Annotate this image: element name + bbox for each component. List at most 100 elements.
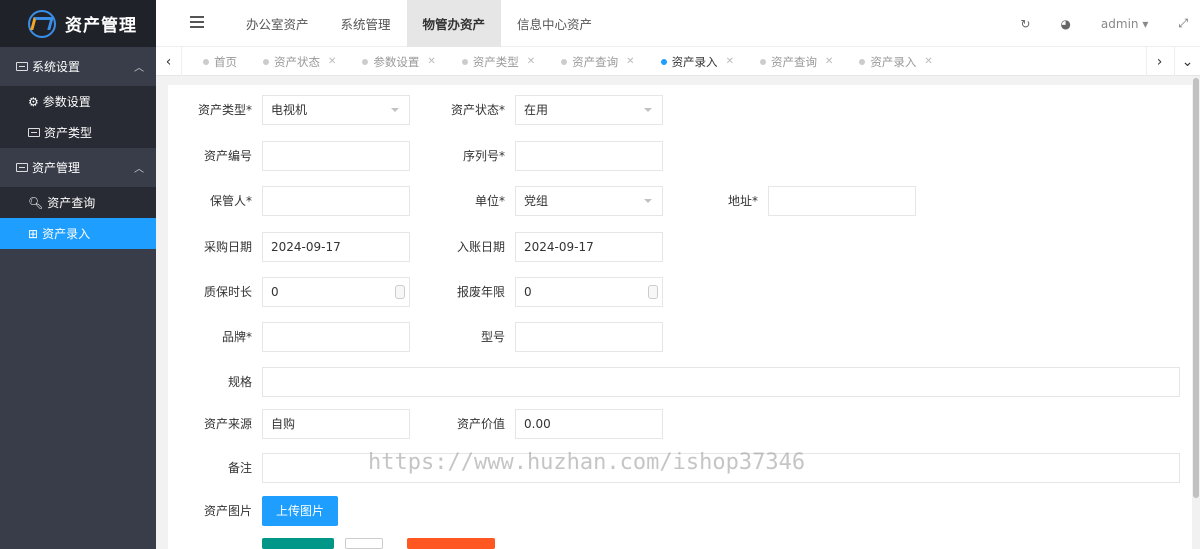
custodian-input[interactable] (262, 186, 410, 216)
theme-icon[interactable]: ◕ (1060, 17, 1070, 31)
price-input[interactable]: 0.00 (515, 409, 663, 439)
entry-date-label: 入账日期 (456, 240, 505, 254)
keyboard-icon (28, 128, 40, 137)
close-icon[interactable]: ✕ (527, 56, 535, 67)
page-tab-label: 资产查询 (572, 54, 619, 69)
menu-group-system[interactable]: 系统设置 ︿ (0, 47, 156, 86)
page-tab[interactable]: 资产类型 ✕ (449, 47, 548, 76)
watermark-text: https://www.huzhan.com/ishop37346 (368, 450, 806, 475)
logo-icon (28, 9, 56, 38)
page-tab-label: 资产录入 (671, 54, 718, 69)
sidebar-item-label: 资产类型 (44, 126, 93, 140)
submit-button[interactable] (262, 538, 334, 549)
asset-no-input[interactable] (262, 141, 410, 171)
brand-label: 品牌* (221, 330, 252, 344)
warranty-value: 0 (271, 285, 279, 299)
page-tab-label: 资产查询 (770, 54, 817, 69)
page-tab[interactable]: 资产查询 ✕ (548, 47, 647, 76)
sidebar-item-asset-types[interactable]: 资产类型 (0, 117, 156, 148)
tabs-menu-icon[interactable]: ⌄ (1174, 47, 1200, 76)
page-tab-label: 参数设置 (373, 54, 420, 69)
refresh-icon[interactable]: ↻ (1020, 17, 1030, 31)
spec-label: 规格 (227, 375, 252, 389)
source-input[interactable]: 自购 (262, 409, 410, 439)
user-menu[interactable]: admin ▾ (1101, 17, 1148, 31)
top-tab-system[interactable]: 系统管理 (325, 0, 407, 47)
top-tab-property[interactable]: 物管办资产 (406, 0, 502, 47)
sidebar-item-asset-entry[interactable]: ⊞ 资产录入 (0, 218, 156, 249)
menu-group-assets[interactable]: 资产管理 ︿ (0, 148, 156, 187)
other-action-button[interactable] (407, 538, 495, 549)
scrap-years-stepper[interactable]: 0 (515, 277, 663, 307)
asset-status-label: 资产状态* (450, 103, 505, 117)
menu-toggle-icon[interactable] (190, 16, 204, 28)
close-icon[interactable]: ✕ (924, 56, 932, 67)
tabs-scroll-left-icon[interactable]: ‹ (156, 47, 182, 76)
page-tab-label: 资产类型 (472, 54, 519, 69)
chevron-up-icon: ︿ (134, 164, 144, 175)
brand-input[interactable] (262, 322, 410, 352)
page-tab-active[interactable]: 资产录入 ✕ (648, 47, 747, 76)
entry-date-input[interactable]: 2024-09-17 (515, 232, 663, 262)
sidebar-item-asset-query[interactable]: 🔍︎ 资产查询 (0, 187, 156, 218)
reset-button[interactable] (345, 538, 383, 549)
asset-status-select[interactable]: 在用 (515, 95, 663, 125)
page-tab-home[interactable]: 首页 (190, 47, 250, 76)
close-icon[interactable]: ✕ (427, 56, 435, 67)
asset-entry-form: 资产类型* 电视机 资产状态* 在用 资产编号 序列号* 保管人* 单位* 党组… (168, 85, 1192, 549)
sidebar-item-label: 参数设置 (42, 95, 91, 109)
upload-image-button[interactable]: 上传图片 (262, 496, 339, 526)
stepper-arrows-icon[interactable] (648, 285, 658, 299)
page-tab-label: 资产录入 (870, 54, 917, 69)
address-input[interactable] (768, 186, 916, 216)
menu-group-label: 资产管理 (32, 161, 81, 175)
scrap-years-value: 0 (524, 285, 532, 299)
menu-group-label: 系统设置 (32, 60, 81, 74)
warranty-stepper[interactable]: 0 (262, 277, 410, 307)
app-title: 资产管理 (65, 16, 137, 36)
close-icon[interactable]: ✕ (726, 56, 734, 67)
image-label: 资产图片 (203, 504, 252, 518)
page-tab[interactable]: 资产查询 ✕ (747, 47, 846, 76)
serial-no-input[interactable] (515, 141, 663, 171)
keyboard-icon (16, 62, 28, 71)
close-icon[interactable]: ✕ (328, 56, 336, 67)
search-icon: 🔍︎ (28, 195, 44, 210)
username: admin (1100, 16, 1139, 31)
page-tab[interactable]: 资产状态 ✕ (250, 47, 349, 76)
top-tab-info-center[interactable]: 信息中心资产 (501, 0, 608, 47)
source-label: 资产来源 (203, 417, 252, 431)
address-label: 地址* (727, 194, 758, 208)
close-icon[interactable]: ✕ (626, 56, 634, 67)
logo: 资产管理 (0, 0, 156, 47)
sidebar-item-label: 资产查询 (47, 196, 96, 210)
asset-type-select[interactable]: 电视机 (262, 95, 410, 125)
model-input[interactable] (515, 322, 663, 352)
scrollbar[interactable] (1192, 76, 1200, 549)
page-tab[interactable]: 参数设置 ✕ (349, 47, 448, 76)
scrap-years-label: 报废年限 (456, 285, 505, 299)
sidebar: 资产管理 系统设置 ︿ ⚙ 参数设置 资产类型 资产管理 ︿ 🔍︎ 资产查询 ⊞ 资产… (0, 0, 156, 549)
warranty-label: 质保时长 (203, 285, 252, 299)
tabs-scroll-right-icon[interactable]: › (1146, 47, 1172, 76)
sidebar-item-params[interactable]: ⚙ 参数设置 (0, 86, 156, 117)
unit-select[interactable]: 党组 (515, 186, 663, 216)
top-header: 办公室资产 系统管理 物管办资产 信息中心资产 ↻ ◕ admin ▾ ⤢ (156, 0, 1200, 47)
top-tab-office[interactable]: 办公室资产 (230, 0, 325, 47)
sidebar-item-label: 资产录入 (42, 227, 91, 241)
page-tab[interactable]: 资产录入 ✕ (846, 47, 945, 76)
asset-type-label: 资产类型* (197, 103, 252, 117)
price-label: 资产价值 (456, 417, 505, 431)
fullscreen-icon[interactable]: ⤢ (1178, 16, 1188, 31)
plus-square-icon: ⊞ (28, 226, 39, 241)
close-icon[interactable]: ✕ (825, 56, 833, 67)
spec-input[interactable] (262, 367, 1180, 397)
purchase-date-input[interactable]: 2024-09-17 (262, 232, 410, 262)
remark-label: 备注 (227, 461, 252, 475)
serial-no-label: 序列号* (462, 149, 505, 163)
stepper-arrows-icon[interactable] (395, 285, 405, 299)
page-tabs-bar: ‹ 首页 资产状态 ✕ 参数设置 ✕ 资产类型 ✕ 资产查询 ✕ 资产录入 ✕ 资产查询 ✕… (156, 47, 1200, 76)
unit-label: 单位* (474, 194, 505, 208)
gear-icon: ⚙ (28, 94, 39, 109)
page-tab-label: 首页 (214, 54, 237, 69)
